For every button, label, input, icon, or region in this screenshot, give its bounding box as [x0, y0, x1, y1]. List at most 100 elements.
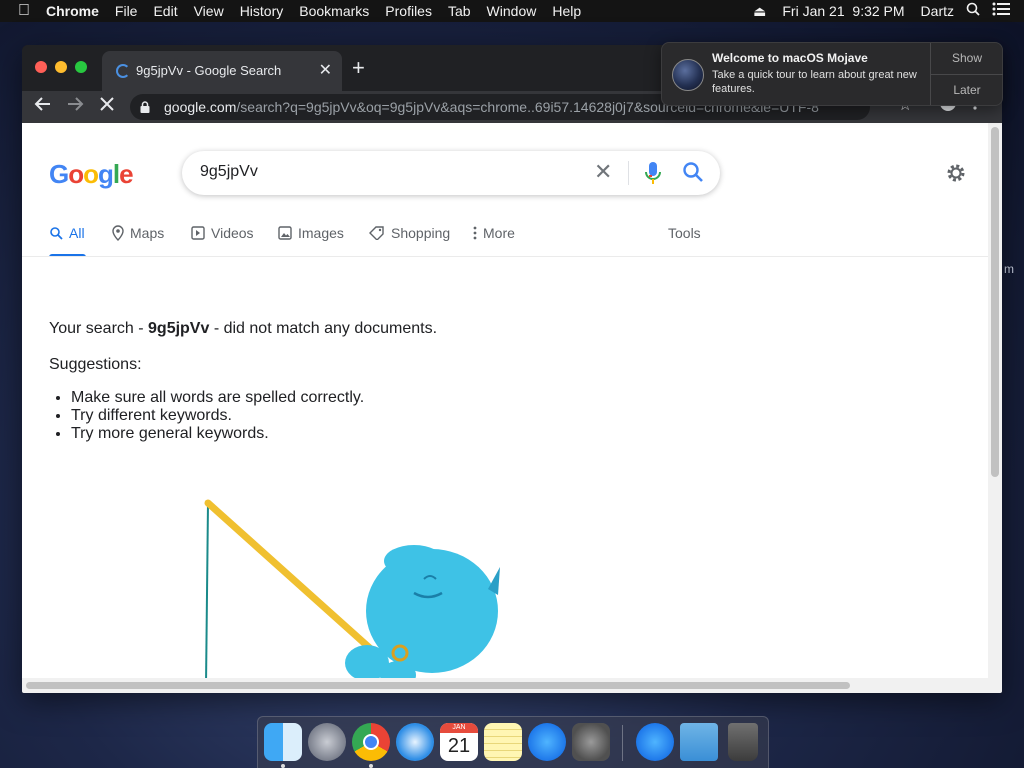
tab-all[interactable]: All — [49, 225, 85, 241]
vertical-scroll-thumb[interactable] — [991, 127, 999, 477]
menu-help[interactable]: Help — [544, 0, 589, 22]
finder-icon[interactable] — [264, 723, 302, 761]
trash-icon[interactable] — [728, 723, 758, 761]
search-icon[interactable] — [682, 161, 704, 188]
menu-bar:  Chrome File Edit View History Bookmark… — [0, 0, 1024, 22]
loading-spinner-icon — [116, 64, 130, 78]
safari-icon[interactable] — [396, 723, 434, 761]
no-results-prefix: Your search - — [49, 320, 149, 337]
tabs-divider — [22, 256, 988, 257]
menu-bookmarks[interactable]: Bookmarks — [291, 0, 377, 22]
tab-more-label: More — [483, 225, 515, 241]
tab-videos-label: Videos — [211, 225, 254, 241]
suggestions-list: Make sure all words are spelled correctl… — [49, 389, 437, 443]
dock: JAN 21 — [257, 716, 769, 768]
suggestion-item: Make sure all words are spelled correctl… — [71, 389, 437, 407]
close-tab-icon[interactable]: ✕ — [319, 60, 332, 80]
new-tab-button[interactable]: + — [352, 57, 365, 79]
minimize-window-button[interactable] — [55, 61, 67, 73]
dock-separator — [622, 725, 623, 761]
menu-profiles[interactable]: Profiles — [377, 0, 440, 22]
suggestion-item: Try different keywords. — [71, 407, 437, 425]
tab-images-label: Images — [298, 225, 344, 241]
running-indicator — [369, 764, 373, 768]
google-logo[interactable]: Google — [49, 159, 134, 190]
no-results-text: Your search - 9g5jpVv - did not match an… — [49, 319, 437, 339]
suggestions-heading: Suggestions: — [49, 356, 142, 373]
spotlight-icon[interactable] — [960, 0, 986, 22]
app-store-download-icon[interactable] — [636, 723, 674, 761]
notification-later-button[interactable]: Later — [931, 74, 1003, 106]
notification-show-button[interactable]: Show — [931, 43, 1003, 74]
menu-tab[interactable]: Tab — [440, 0, 479, 22]
calendar-icon[interactable]: JAN 21 — [440, 723, 478, 761]
browser-window: 9g5jpVv - Google Search ✕ + google.com/s… — [22, 45, 1002, 693]
url-host: google.com — [164, 99, 237, 115]
map-pin-icon — [112, 225, 124, 241]
menu-history[interactable]: History — [232, 0, 292, 22]
fishing-monster-illustration — [204, 499, 500, 678]
system-preferences-icon[interactable] — [572, 723, 610, 761]
forward-button[interactable] — [66, 95, 84, 118]
browser-tab[interactable]: 9g5jpVv - Google Search ✕ — [102, 51, 342, 91]
running-indicator — [281, 764, 285, 768]
tab-maps-label: Maps — [130, 225, 165, 241]
tools-button[interactable]: Tools — [668, 225, 701, 241]
eject-icon[interactable]: ⏏ — [747, 0, 772, 22]
menu-app-name[interactable]: Chrome — [44, 0, 107, 22]
tab-images[interactable]: Images — [278, 225, 344, 241]
menu-file[interactable]: File — [107, 0, 146, 22]
tab-more[interactable]: More — [473, 225, 515, 241]
search-box[interactable]: 9g5jpVv ✕ — [182, 151, 720, 195]
tab-title: 9g5jpVv - Google Search — [136, 63, 282, 78]
no-results-suffix: - did not match any documents. — [209, 320, 438, 337]
calendar-month: JAN — [440, 723, 478, 733]
calendar-day: 21 — [447, 735, 471, 757]
notification-center-icon[interactable] — [986, 0, 1024, 22]
tab-maps[interactable]: Maps — [112, 225, 164, 241]
menu-window[interactable]: Window — [479, 0, 545, 22]
tab-videos[interactable]: Videos — [191, 225, 254, 241]
zoom-window-button[interactable] — [75, 61, 87, 73]
search-divider — [628, 161, 629, 185]
no-results-message: Your search - 9g5jpVv - did not match an… — [49, 319, 437, 443]
stop-loading-button[interactable] — [98, 95, 116, 118]
launchpad-icon[interactable] — [308, 723, 346, 761]
notification-title: Welcome to macOS Mojave — [712, 51, 868, 65]
horizontal-scrollbar[interactable] — [22, 678, 1002, 693]
clear-search-icon[interactable]: ✕ — [594, 159, 612, 185]
lock-icon[interactable] — [140, 94, 150, 120]
tab-shopping-label: Shopping — [391, 225, 451, 241]
menu-user[interactable]: Dartz — [915, 0, 960, 22]
downloads-folder-icon[interactable] — [680, 723, 718, 761]
chrome-icon[interactable] — [352, 723, 390, 761]
menu-edit[interactable]: Edit — [145, 0, 185, 22]
desktop-fragment: m — [1004, 262, 1014, 276]
macos-notification[interactable]: Welcome to macOS Mojave Take a quick tou… — [661, 42, 1003, 106]
close-window-button[interactable] — [35, 61, 47, 73]
tag-icon — [369, 226, 384, 240]
more-vertical-icon — [473, 226, 477, 240]
microphone-icon[interactable] — [644, 161, 662, 190]
apple-menu-icon[interactable]:  — [0, 0, 44, 22]
notification-body: Take a quick tour to learn about great n… — [712, 69, 917, 95]
suggestion-item: Try more general keywords. — [71, 425, 437, 443]
tools-label: Tools — [668, 225, 701, 241]
settings-gear-icon[interactable] — [944, 161, 968, 190]
menu-bar-status: ⏏ Fri Jan 21 9:32 PM Dartz — [747, 0, 1024, 22]
app-store-icon[interactable] — [528, 723, 566, 761]
tab-shopping[interactable]: Shopping — [369, 225, 450, 241]
back-button[interactable] — [34, 95, 52, 118]
page-content: Google 9g5jpVv ✕ All Maps Videos Images … — [22, 123, 988, 678]
menu-view[interactable]: View — [186, 0, 232, 22]
notes-icon[interactable] — [484, 723, 522, 761]
mojave-icon — [672, 59, 704, 91]
search-input[interactable]: 9g5jpVv — [200, 163, 258, 181]
search-small-icon — [50, 227, 63, 240]
notification-actions: Show Later — [930, 43, 1003, 105]
video-play-icon — [191, 226, 205, 240]
menu-clock[interactable]: Fri Jan 21 9:32 PM — [772, 0, 914, 22]
vertical-scrollbar[interactable] — [988, 123, 1002, 678]
horizontal-scroll-thumb[interactable] — [26, 682, 850, 689]
tab-all-label: All — [69, 225, 85, 241]
